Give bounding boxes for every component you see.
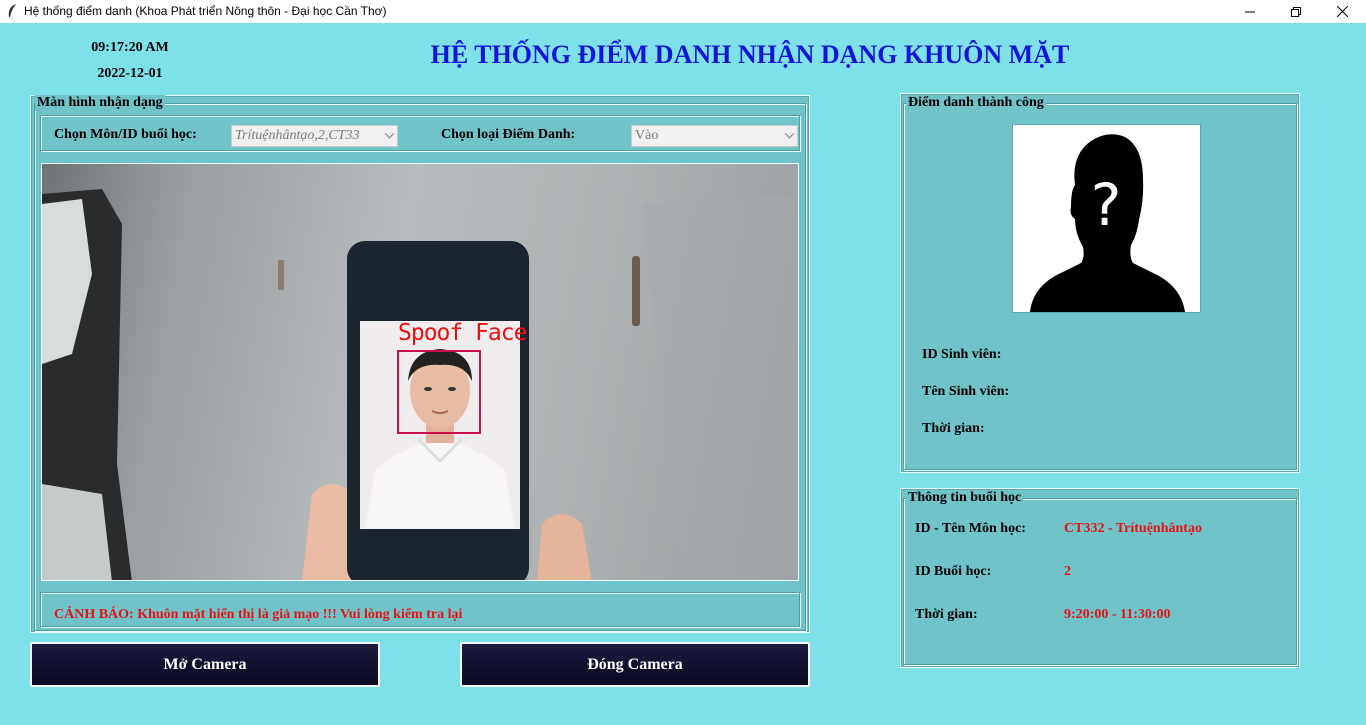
- feather-icon: [8, 4, 16, 17]
- student-name-label: Tên Sinh viên:: [922, 384, 1010, 399]
- spoof-face-label: Spoof Face: [398, 320, 527, 346]
- window-title: Hệ thống điểm danh (Khoa Phát triển Nông…: [24, 4, 387, 18]
- session-id-value: 2: [1064, 564, 1071, 579]
- subject-select-label: Chọn Môn/ID buổi học:: [54, 127, 197, 142]
- session-time-label: Thời gian:: [915, 607, 978, 622]
- spoof-warning-text: CẢNH BÁO: Khuôn mặt hiển thị là giả mạo …: [54, 607, 463, 622]
- recognition-legend: Màn hình nhận dạng: [35, 95, 165, 111]
- open-camera-button[interactable]: Mở Camera: [30, 642, 380, 687]
- subject-select[interactable]: Trítuệnhântạo,2,CT33: [231, 125, 398, 147]
- attendance-type-select[interactable]: Vào: [631, 125, 798, 147]
- page-title: HỆ THỐNG ĐIỂM DANH NHẬN DẠNG KHUÔN MẶT: [430, 40, 1070, 69]
- chevron-down-icon[interactable]: [381, 126, 397, 146]
- success-legend: Điểm danh thành công: [906, 95, 1046, 111]
- close-camera-button[interactable]: Đóng Camera: [460, 642, 810, 687]
- session-time-value: 9:20:00 - 11:30:00: [1064, 607, 1171, 622]
- close-icon: [1336, 6, 1348, 17]
- face-detection-box: [397, 350, 481, 434]
- minimize-icon: [1245, 11, 1255, 12]
- clock-date: 2022-12-01: [97, 66, 163, 81]
- session-id-label: ID Buổi học:: [915, 564, 992, 579]
- svg-text:?: ?: [1091, 171, 1122, 239]
- attendance-type-label: Chọn loại Điểm Danh:: [441, 127, 576, 142]
- close-button[interactable]: [1319, 0, 1365, 23]
- attendance-type-value: Vào: [635, 128, 659, 143]
- camera-feed: Spoof Face: [41, 163, 799, 581]
- unknown-person-icon: ?: [1030, 134, 1185, 312]
- window-titlebar: Hệ thống điểm danh (Khoa Phát triển Nông…: [0, 0, 1366, 23]
- maximize-button[interactable]: [1273, 0, 1319, 23]
- student-photo: ?: [1012, 124, 1201, 313]
- subject-select-value: Trítuệnhântạo,2,CT33: [235, 128, 360, 143]
- minimize-button[interactable]: [1227, 0, 1273, 23]
- chevron-down-icon[interactable]: [781, 126, 797, 146]
- clock-time: 09:17:20 AM: [91, 40, 169, 55]
- checkin-time-label: Thời gian:: [922, 421, 985, 436]
- subject-info-label: ID - Tên Môn học:: [915, 521, 1026, 536]
- subject-info-value: CT332 - Trítuệnhântạo: [1064, 521, 1202, 536]
- student-id-label: ID Sinh viên:: [922, 347, 1002, 362]
- maximize-icon: [1291, 6, 1301, 17]
- session-legend: Thông tin buổi học: [906, 490, 1024, 506]
